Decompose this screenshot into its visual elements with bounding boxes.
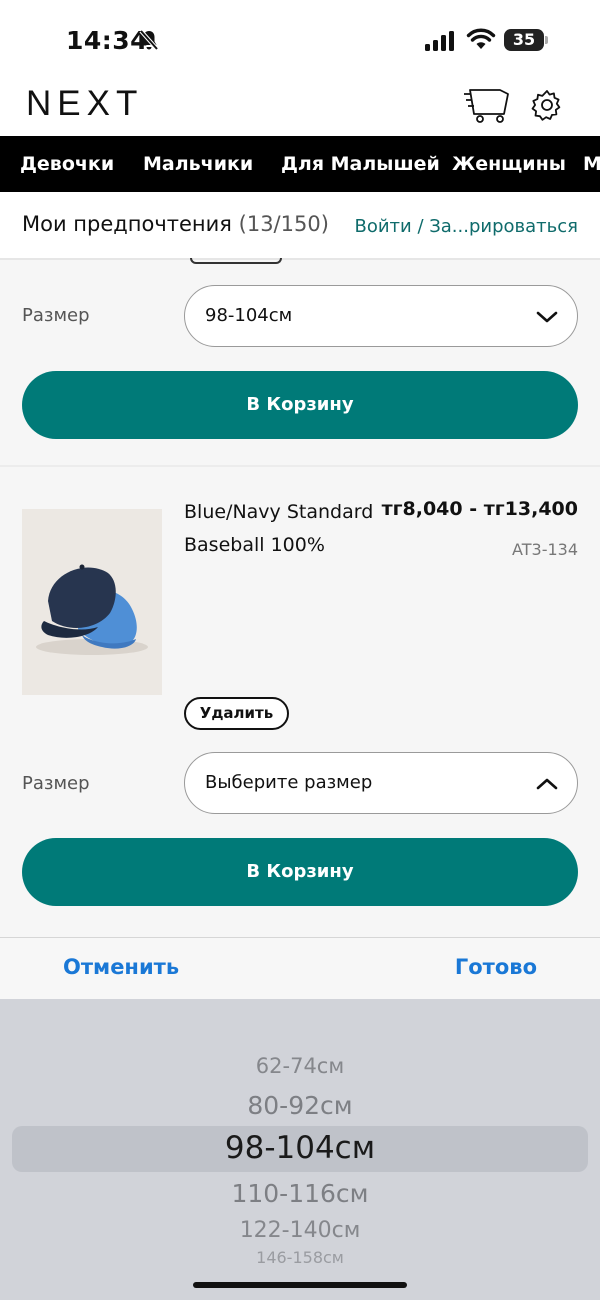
preferences-bar: Мои предпочтения (13/150) Войти / За...р… [0,192,600,260]
size-select-value: Выберите размер [205,772,373,793]
wifi-icon [466,28,496,49]
page-title-text: Мои предпочтения [22,212,232,236]
battery-level: 35 [512,30,536,49]
cancel-button[interactable]: Отменить [63,955,179,979]
bell-slash-icon [139,29,159,51]
product-price: тг8,040 - тг13,400 [381,498,578,520]
size-select-value: 98-104см [205,305,293,326]
picker-option[interactable]: 62-74см [0,1054,600,1078]
nav-item-babies[interactable]: Для Малышей [281,136,440,192]
picker-option-selected[interactable]: 98-104см [0,1130,600,1166]
battery-indicator: 35 [504,29,548,51]
status-bar: 14:34 35 [0,0,600,80]
home-indicator[interactable] [193,1282,407,1288]
add-to-cart-button[interactable]: В Корзину [22,371,578,439]
size-label: Размер [22,773,90,794]
size-picker-wheel[interactable]: 62-74см 80-92см 98-104см 110-116см 122-1… [0,999,600,1300]
scrolled-element-edge [190,258,282,264]
nav-item-girls[interactable]: Девочки [20,136,114,192]
gear-icon[interactable] [530,88,564,122]
app-header: NEXT [0,80,600,136]
add-to-cart-button[interactable]: В Корзину [22,838,578,906]
cellular-signal-icon [425,31,454,51]
remove-button[interactable]: Удалить [184,697,289,730]
nav-item-women[interactable]: Женщины [452,136,566,192]
chevron-up-icon [536,778,558,790]
login-register-link[interactable]: Войти / За...рироваться [354,216,578,237]
picker-option[interactable]: 146-158см [0,1248,600,1267]
nav-item-boys[interactable]: Мальчики [143,136,253,192]
picker-toolbar: Отменить Готово [0,937,600,999]
size-select[interactable]: 98-104см [184,285,578,347]
size-select[interactable]: Выберите размер [184,752,578,814]
item-divider [0,465,600,467]
status-time: 14:34 [66,26,149,55]
picker-option[interactable]: 110-116см [0,1179,600,1208]
shopping-cart-icon[interactable] [462,86,510,124]
category-nav: Девочки Мальчики Для Малышей Женщины М [0,136,600,192]
done-button[interactable]: Готово [455,955,537,979]
chevron-down-icon [536,311,558,323]
product-code: AT3-134 [512,540,578,559]
size-label: Размер [22,305,90,326]
picker-option[interactable]: 80-92см [0,1091,600,1120]
favourites-count: (13/150) [238,212,329,236]
product-name[interactable]: Blue/Navy Standard Baseball 100% [184,496,394,562]
product-image[interactable] [22,509,162,695]
nav-item-more[interactable]: М [583,136,600,192]
picker-option[interactable]: 122-140см [0,1218,600,1243]
page-title: Мои предпочтения (13/150) [22,212,329,236]
next-logo[interactable]: NEXT [26,84,143,124]
